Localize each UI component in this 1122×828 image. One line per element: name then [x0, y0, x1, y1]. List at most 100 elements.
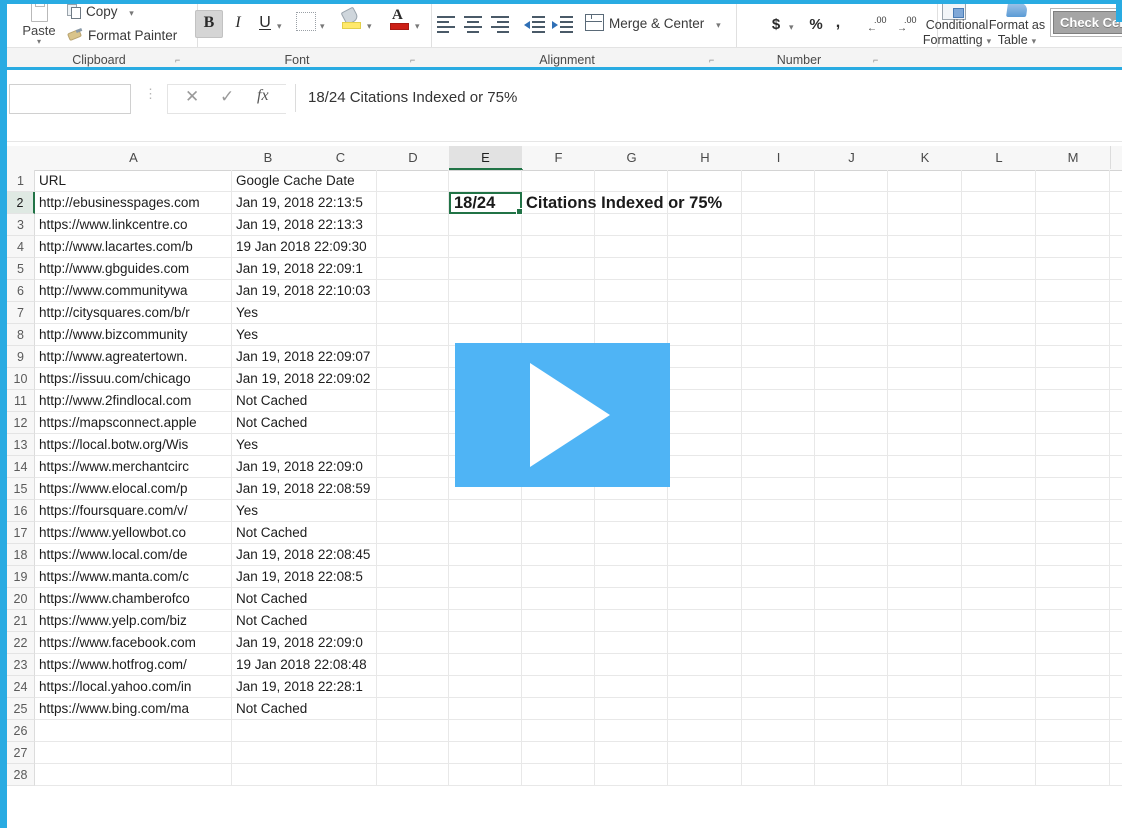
- font-dialog-launcher[interactable]: ⌐: [410, 55, 420, 65]
- borders-button[interactable]: [293, 12, 319, 38]
- cell-I18[interactable]: [742, 544, 815, 565]
- cell-J17[interactable]: [815, 522, 888, 543]
- cell-I27[interactable]: [742, 742, 815, 763]
- cell-K5[interactable]: [888, 258, 962, 279]
- cell-A1[interactable]: URL: [35, 170, 232, 191]
- row-header-13[interactable]: 13: [7, 434, 35, 456]
- fill-color-dropdown-arrow[interactable]: ▾: [367, 21, 372, 32]
- cell-J21[interactable]: [815, 610, 888, 631]
- cell-H14[interactable]: [668, 456, 742, 477]
- cell-C9[interactable]: [304, 346, 377, 367]
- cell-J22[interactable]: [815, 632, 888, 653]
- cell-L14[interactable]: [962, 456, 1036, 477]
- cell-D1[interactable]: [377, 170, 449, 191]
- cell-D8[interactable]: [377, 324, 449, 345]
- cell-D14[interactable]: [377, 456, 449, 477]
- format-as-table-button[interactable]: Format as Table ▾: [979, 18, 1055, 49]
- cell-K17[interactable]: [888, 522, 962, 543]
- cell-E20[interactable]: [449, 588, 522, 609]
- cell-L24[interactable]: [962, 676, 1036, 697]
- cell-L6[interactable]: [962, 280, 1036, 301]
- cell-J23[interactable]: [815, 654, 888, 675]
- cell-I20[interactable]: [742, 588, 815, 609]
- cell-M8[interactable]: [1036, 324, 1110, 345]
- cell-I10[interactable]: [742, 368, 815, 389]
- cell-G27[interactable]: [595, 742, 668, 763]
- cell-C13[interactable]: [304, 434, 377, 455]
- cell-L11[interactable]: [962, 390, 1036, 411]
- cell-J11[interactable]: [815, 390, 888, 411]
- cell-H6[interactable]: [668, 280, 742, 301]
- cell-A14[interactable]: https://www.merchantcirc: [35, 456, 232, 477]
- cell-K19[interactable]: [888, 566, 962, 587]
- cell-A11[interactable]: http://www.2findlocal.com: [35, 390, 232, 411]
- copy-dropdown-arrow[interactable]: ▾: [129, 8, 134, 18]
- cell-M21[interactable]: [1036, 610, 1110, 631]
- cell-L26[interactable]: [962, 720, 1036, 741]
- cell-G23[interactable]: [595, 654, 668, 675]
- row-header-19[interactable]: 19: [7, 566, 35, 588]
- cell-F26[interactable]: [522, 720, 595, 741]
- cell-M28[interactable]: [1036, 764, 1110, 785]
- cell-M22[interactable]: [1036, 632, 1110, 653]
- cell-L13[interactable]: [962, 434, 1036, 455]
- row-header-1[interactable]: 1: [7, 170, 35, 192]
- column-header-C[interactable]: C: [304, 146, 378, 169]
- cell-F27[interactable]: [522, 742, 595, 763]
- cell-C18[interactable]: [304, 544, 377, 565]
- cell-L9[interactable]: [962, 346, 1036, 367]
- cell-J28[interactable]: [815, 764, 888, 785]
- cell-I15[interactable]: [742, 478, 815, 499]
- cell-K9[interactable]: [888, 346, 962, 367]
- cell-E5[interactable]: [449, 258, 522, 279]
- cell-J9[interactable]: [815, 346, 888, 367]
- cell-J10[interactable]: [815, 368, 888, 389]
- cell-E21[interactable]: [449, 610, 522, 631]
- cell-D12[interactable]: [377, 412, 449, 433]
- cell-F23[interactable]: [522, 654, 595, 675]
- cell-H16[interactable]: [668, 500, 742, 521]
- cell-K15[interactable]: [888, 478, 962, 499]
- cell-A19[interactable]: https://www.manta.com/c: [35, 566, 232, 587]
- cell-D24[interactable]: [377, 676, 449, 697]
- row-header-10[interactable]: 10: [7, 368, 35, 390]
- cell-K3[interactable]: [888, 214, 962, 235]
- cell-C23[interactable]: [304, 654, 377, 675]
- cell-C12[interactable]: [304, 412, 377, 433]
- row-header-11[interactable]: 11: [7, 390, 35, 412]
- cell-M12[interactable]: [1036, 412, 1110, 433]
- cell-L3[interactable]: [962, 214, 1036, 235]
- cell-I13[interactable]: [742, 434, 815, 455]
- cell-F19[interactable]: [522, 566, 595, 587]
- cell-C4[interactable]: [304, 236, 377, 257]
- cell-F21[interactable]: [522, 610, 595, 631]
- cell-I5[interactable]: [742, 258, 815, 279]
- cell-L21[interactable]: [962, 610, 1036, 631]
- cell-D27[interactable]: [377, 742, 449, 763]
- row-header-23[interactable]: 23: [7, 654, 35, 676]
- cell-C26[interactable]: [304, 720, 377, 741]
- row-header-5[interactable]: 5: [7, 258, 35, 280]
- cell-M13[interactable]: [1036, 434, 1110, 455]
- cell-H1[interactable]: [668, 170, 742, 191]
- cell-I23[interactable]: [742, 654, 815, 675]
- cell-C7[interactable]: [304, 302, 377, 323]
- cell-F17[interactable]: [522, 522, 595, 543]
- cell-J5[interactable]: [815, 258, 888, 279]
- increase-indent-button[interactable]: [551, 14, 575, 36]
- cell-D20[interactable]: [377, 588, 449, 609]
- cell-H5[interactable]: [668, 258, 742, 279]
- cell-C24[interactable]: [304, 676, 377, 697]
- cell-L19[interactable]: [962, 566, 1036, 587]
- cell-K24[interactable]: [888, 676, 962, 697]
- cell-A3[interactable]: https://www.linkcentre.co: [35, 214, 232, 235]
- cell-G6[interactable]: [595, 280, 668, 301]
- cell-L28[interactable]: [962, 764, 1036, 785]
- cell-A12[interactable]: https://mapsconnect.apple: [35, 412, 232, 433]
- cell-D17[interactable]: [377, 522, 449, 543]
- cell-G28[interactable]: [595, 764, 668, 785]
- cell-J25[interactable]: [815, 698, 888, 719]
- row-header-22[interactable]: 22: [7, 632, 35, 654]
- cell-H8[interactable]: [668, 324, 742, 345]
- cell-I25[interactable]: [742, 698, 815, 719]
